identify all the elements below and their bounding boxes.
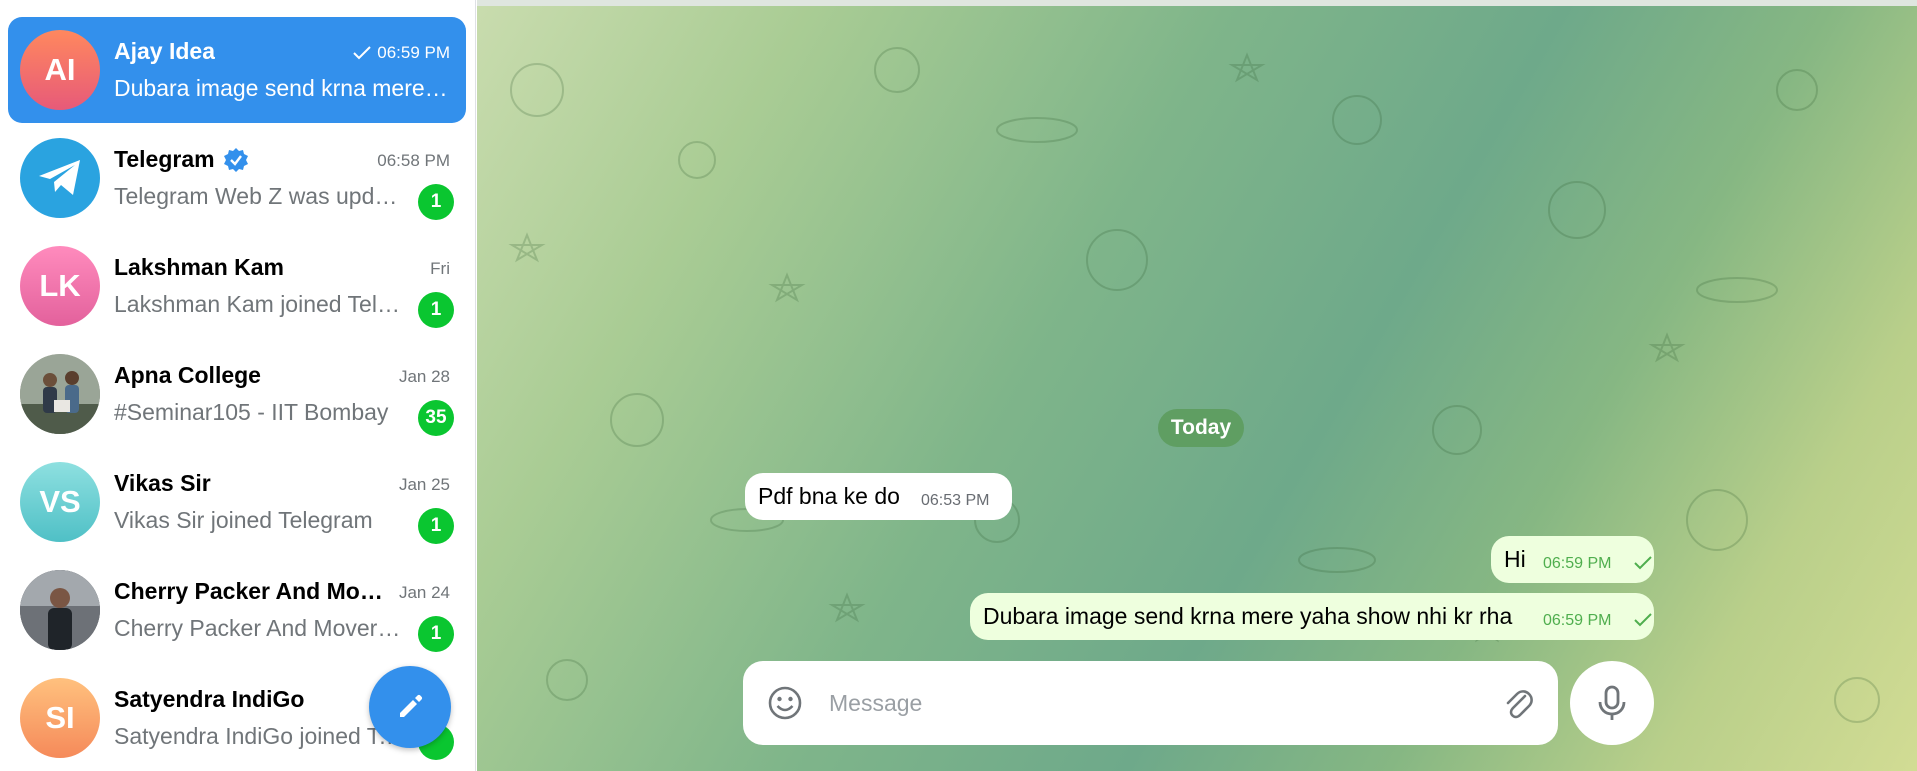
chat-window: Today Pdf bna ke do 06:53 PM Hi 06:59 PM…: [477, 0, 1917, 771]
chat-time: Jan 28: [398, 367, 450, 386]
message-text: Dubara image send krna mere yaha show nh…: [983, 603, 1513, 629]
chat-name-row: Telegram: [114, 146, 249, 173]
chat-preview: Vikas Sir joined Telegram: [114, 507, 373, 533]
chat-time: Fri: [430, 259, 450, 278]
chat-name: Satyendra IndiGo: [114, 686, 305, 712]
chat-name-wrap: Telegram: [114, 146, 249, 173]
message-time: 06:59 PM: [1543, 555, 1612, 572]
single-check-icon: [1634, 613, 1652, 627]
pencil-icon: [400, 694, 423, 717]
message-input[interactable]: [829, 683, 1469, 723]
group-photo-avatar: [20, 354, 100, 434]
chat-name: Ajay Idea: [114, 38, 215, 64]
chat-name: Cherry Packer And Movers: [114, 578, 384, 604]
voice-record-button[interactable]: [1570, 661, 1654, 745]
emoji-icon[interactable]: [765, 683, 805, 723]
chat-name: Lakshman Kam: [114, 254, 285, 280]
chat-preview: Telegram Web Z was updated: [114, 183, 404, 209]
telegram-logo-icon: [20, 138, 100, 218]
chat-item-vikas-sir[interactable]: VS Vikas Sir Jan 25 Vikas Sir joined Tel…: [8, 449, 466, 555]
chat-item-telegram[interactable]: Telegram 06:58 PM Telegram Web Z was upd…: [8, 125, 466, 231]
new-message-button[interactable]: [369, 666, 451, 748]
doodle-pattern-background: [508, 47, 1880, 723]
unread-badge: 1: [418, 616, 454, 652]
message-bubble-outgoing[interactable]: Hi 06:59 PM: [1491, 536, 1654, 583]
message-time: 06:53 PM: [921, 492, 990, 509]
microphone-icon: [1598, 685, 1626, 720]
message-text: Pdf bna ke do: [758, 483, 900, 509]
message-text: Hi: [1504, 546, 1526, 572]
date-separator: Today: [1158, 409, 1244, 447]
avatar: AI: [20, 30, 100, 110]
chat-time-text: 06:59 PM: [377, 43, 450, 62]
chat-list-sidebar: AI Ajay Idea 06:59 PM Dubara image send …: [0, 0, 476, 771]
chat-item-apna-college[interactable]: Apna College Jan 28 #Seminar105 - IIT Bo…: [8, 341, 466, 447]
chat-preview: #Seminar105 - IIT Bombay: [114, 399, 389, 425]
avatar-initials: VS: [39, 484, 81, 519]
unread-badge: 1: [418, 508, 454, 544]
paper-plane-icon: [39, 160, 80, 195]
chat-item-ajay-idea[interactable]: AI Ajay Idea 06:59 PM Dubara image send …: [8, 17, 466, 123]
chat-item-cherry-packer[interactable]: Cherry Packer And Movers Jan 24 Cherry P…: [8, 557, 466, 663]
avatar-initials: SI: [45, 700, 75, 735]
telegram-web-app: AI Ajay Idea 06:59 PM Dubara image send …: [0, 0, 1917, 771]
chat-time: Jan 24: [398, 583, 450, 602]
unread-badge: 1: [418, 292, 454, 328]
message-bubble-outgoing[interactable]: Dubara image send krna mere yaha show nh…: [970, 593, 1654, 640]
chat-name: Vikas Sir: [114, 470, 211, 496]
avatar: SI: [20, 678, 100, 758]
unread-badge: 35: [418, 400, 454, 436]
unread-badge: 1: [418, 184, 454, 220]
chat-preview: Lakshman Kam joined Telegram: [114, 291, 404, 317]
message-bubble-incoming[interactable]: Pdf bna ke do 06:53 PM: [745, 473, 1012, 520]
verified-badge-icon: [223, 147, 248, 172]
chat-preview: Cherry Packer And Movers joined Telegram: [114, 615, 404, 641]
avatar-initials: LK: [39, 268, 81, 303]
message-time: 06:59 PM: [1543, 612, 1612, 629]
chat-name: Apna College: [114, 362, 261, 388]
person-photo-icon: [20, 570, 100, 650]
chat-preview: Dubara image send krna mere yaha show nh…: [114, 75, 449, 101]
chat-time: Jan 25: [398, 475, 450, 494]
people-photo-icon: [20, 354, 100, 434]
person-photo-avatar: [20, 570, 100, 650]
chat-item-lakshman-kam[interactable]: LK Lakshman Kam Fri Lakshman Kam joined …: [8, 233, 466, 339]
avatar-initials: AI: [44, 52, 76, 87]
chat-preview: Satyendra IndiGo joined Telegram: [114, 723, 404, 749]
avatar: VS: [20, 462, 100, 542]
chat-time: 06:58 PM: [377, 151, 450, 170]
avatar: LK: [20, 246, 100, 326]
single-check-icon: [1634, 556, 1652, 570]
chat-time: 06:59 PM: [353, 43, 450, 63]
single-check-icon: [353, 46, 371, 60]
paperclip-icon[interactable]: [1498, 683, 1538, 723]
chat-name: Telegram: [114, 146, 215, 172]
message-composer: [743, 661, 1558, 745]
